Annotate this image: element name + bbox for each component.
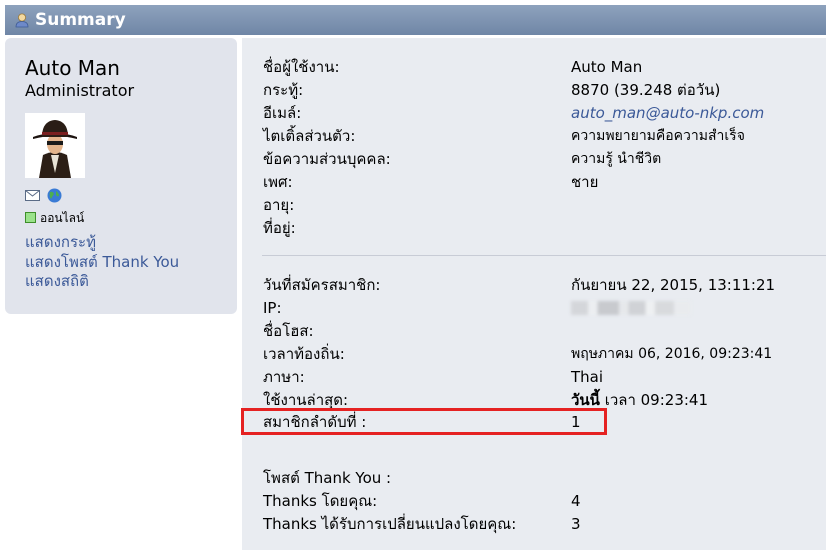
thanks-row-received: Thanks ได้รับการเปลี่ยนแปลงโดยคุณ: 3 (263, 513, 823, 535)
info-value: 4 (571, 492, 581, 510)
info-label: ไตเติ้ลส่วนตัว: (263, 127, 356, 145)
info-label: อายุ: (263, 196, 295, 214)
info-row-language: ภาษา: Thai (263, 366, 823, 388)
online-status: ออนไลน์ (25, 210, 84, 226)
profile-role: Administrator (25, 81, 135, 100)
info-value: 8870 (39.248 ต่อวัน) (571, 81, 721, 99)
info-row-title: ไตเติ้ลส่วนตัว: ความพยายามคือความสำเร็จ (263, 125, 823, 147)
section-divider (262, 255, 826, 256)
info-row-gender: เพศ: ชาย (263, 171, 823, 193)
info-label: Thanks ได้รับการเปลี่ยนแปลงโดยคุณ: (263, 515, 517, 533)
info-row-personal-text: ข้อความส่วนบุคคล: ความรู้ นำชีวิต (263, 148, 823, 170)
envelope-icon[interactable] (25, 190, 40, 201)
info-value: พฤษภาคม 06, 2016, 09:23:41 (571, 346, 773, 362)
info-row-hostname: ชื่อโฮส: (263, 320, 823, 342)
info-row-registered: วันที่สมัครสมาชิก: กันยายน 22, 2015, 13:… (263, 274, 823, 296)
info-row-location: ที่อยู่: (263, 217, 823, 239)
profile-name: Auto Man (25, 56, 120, 80)
avatar-image (25, 113, 85, 178)
info-row-username: ชื่อผู้ใช้งาน: Auto Man (263, 56, 823, 78)
info-value: ความพยายามคือความสำเร็จ (571, 128, 745, 144)
highlight-box (241, 408, 607, 435)
info-label: ที่อยู่: (263, 219, 296, 237)
summary-header: Summary (5, 5, 826, 35)
info-label: ชื่อผู้ใช้งาน: (263, 58, 340, 76)
info-row-age: อายุ: (263, 194, 823, 216)
ip-value-redacted (571, 297, 691, 321)
user-icon (15, 13, 29, 28)
info-label: อีเมล์: (263, 104, 302, 122)
online-status-label: ออนไลน์ (40, 211, 85, 225)
thanks-heading: โพสต์ Thank You : (263, 469, 392, 487)
header-title: Summary (35, 10, 126, 30)
profile-panel: Auto Man Administrator ออนไลน์ แสดงกระทู… (5, 38, 237, 314)
thanks-row-given: Thanks โดยคุณ: 4 (263, 490, 823, 512)
info-label: ภาษา: (263, 368, 305, 386)
info-label: เวลาท้องถิ่น: (263, 345, 345, 363)
info-value: ชาย (571, 173, 599, 191)
show-stats-link[interactable]: แสดงสถิติ (25, 269, 89, 293)
info-row-local-time: เวลาท้องถิ่น: พฤษภาคม 06, 2016, 09:23:41 (263, 343, 823, 365)
info-value: Thai (571, 368, 604, 386)
avatar (25, 113, 85, 178)
info-label: Thanks โดยคุณ: (263, 492, 378, 510)
info-label: IP: (263, 299, 282, 317)
info-label: ชื่อโฮส: (263, 322, 314, 340)
last-active-time: เวลา 09:23:41 (599, 391, 709, 409)
last-active-day: วันนี้ (571, 391, 600, 409)
info-row-ip: IP: (263, 297, 823, 319)
info-label: กระทู้: (263, 81, 304, 99)
info-label: เพศ: (263, 173, 293, 191)
info-value: กันยายน 22, 2015, 13:11:21 (571, 276, 776, 294)
email-link[interactable]: auto_man@auto-nkp.com (571, 102, 764, 124)
info-row-posts: กระทู้: 8870 (39.248 ต่อวัน) (263, 79, 823, 101)
info-label: ข้อความส่วนบุคคล: (263, 150, 391, 168)
info-value: 3 (571, 515, 581, 533)
info-value: ความรู้ นำชีวิต (571, 151, 662, 167)
info-label: วันที่สมัครสมาชิก: (263, 276, 381, 294)
thanks-heading-row: โพสต์ Thank You : (263, 467, 823, 489)
online-status-icon (25, 212, 36, 223)
redacted-blur (571, 301, 691, 315)
info-row-email: อีเมล์: auto_man@auto-nkp.com (263, 102, 823, 124)
info-value: Auto Man (571, 58, 643, 76)
globe-icon[interactable] (47, 188, 62, 203)
